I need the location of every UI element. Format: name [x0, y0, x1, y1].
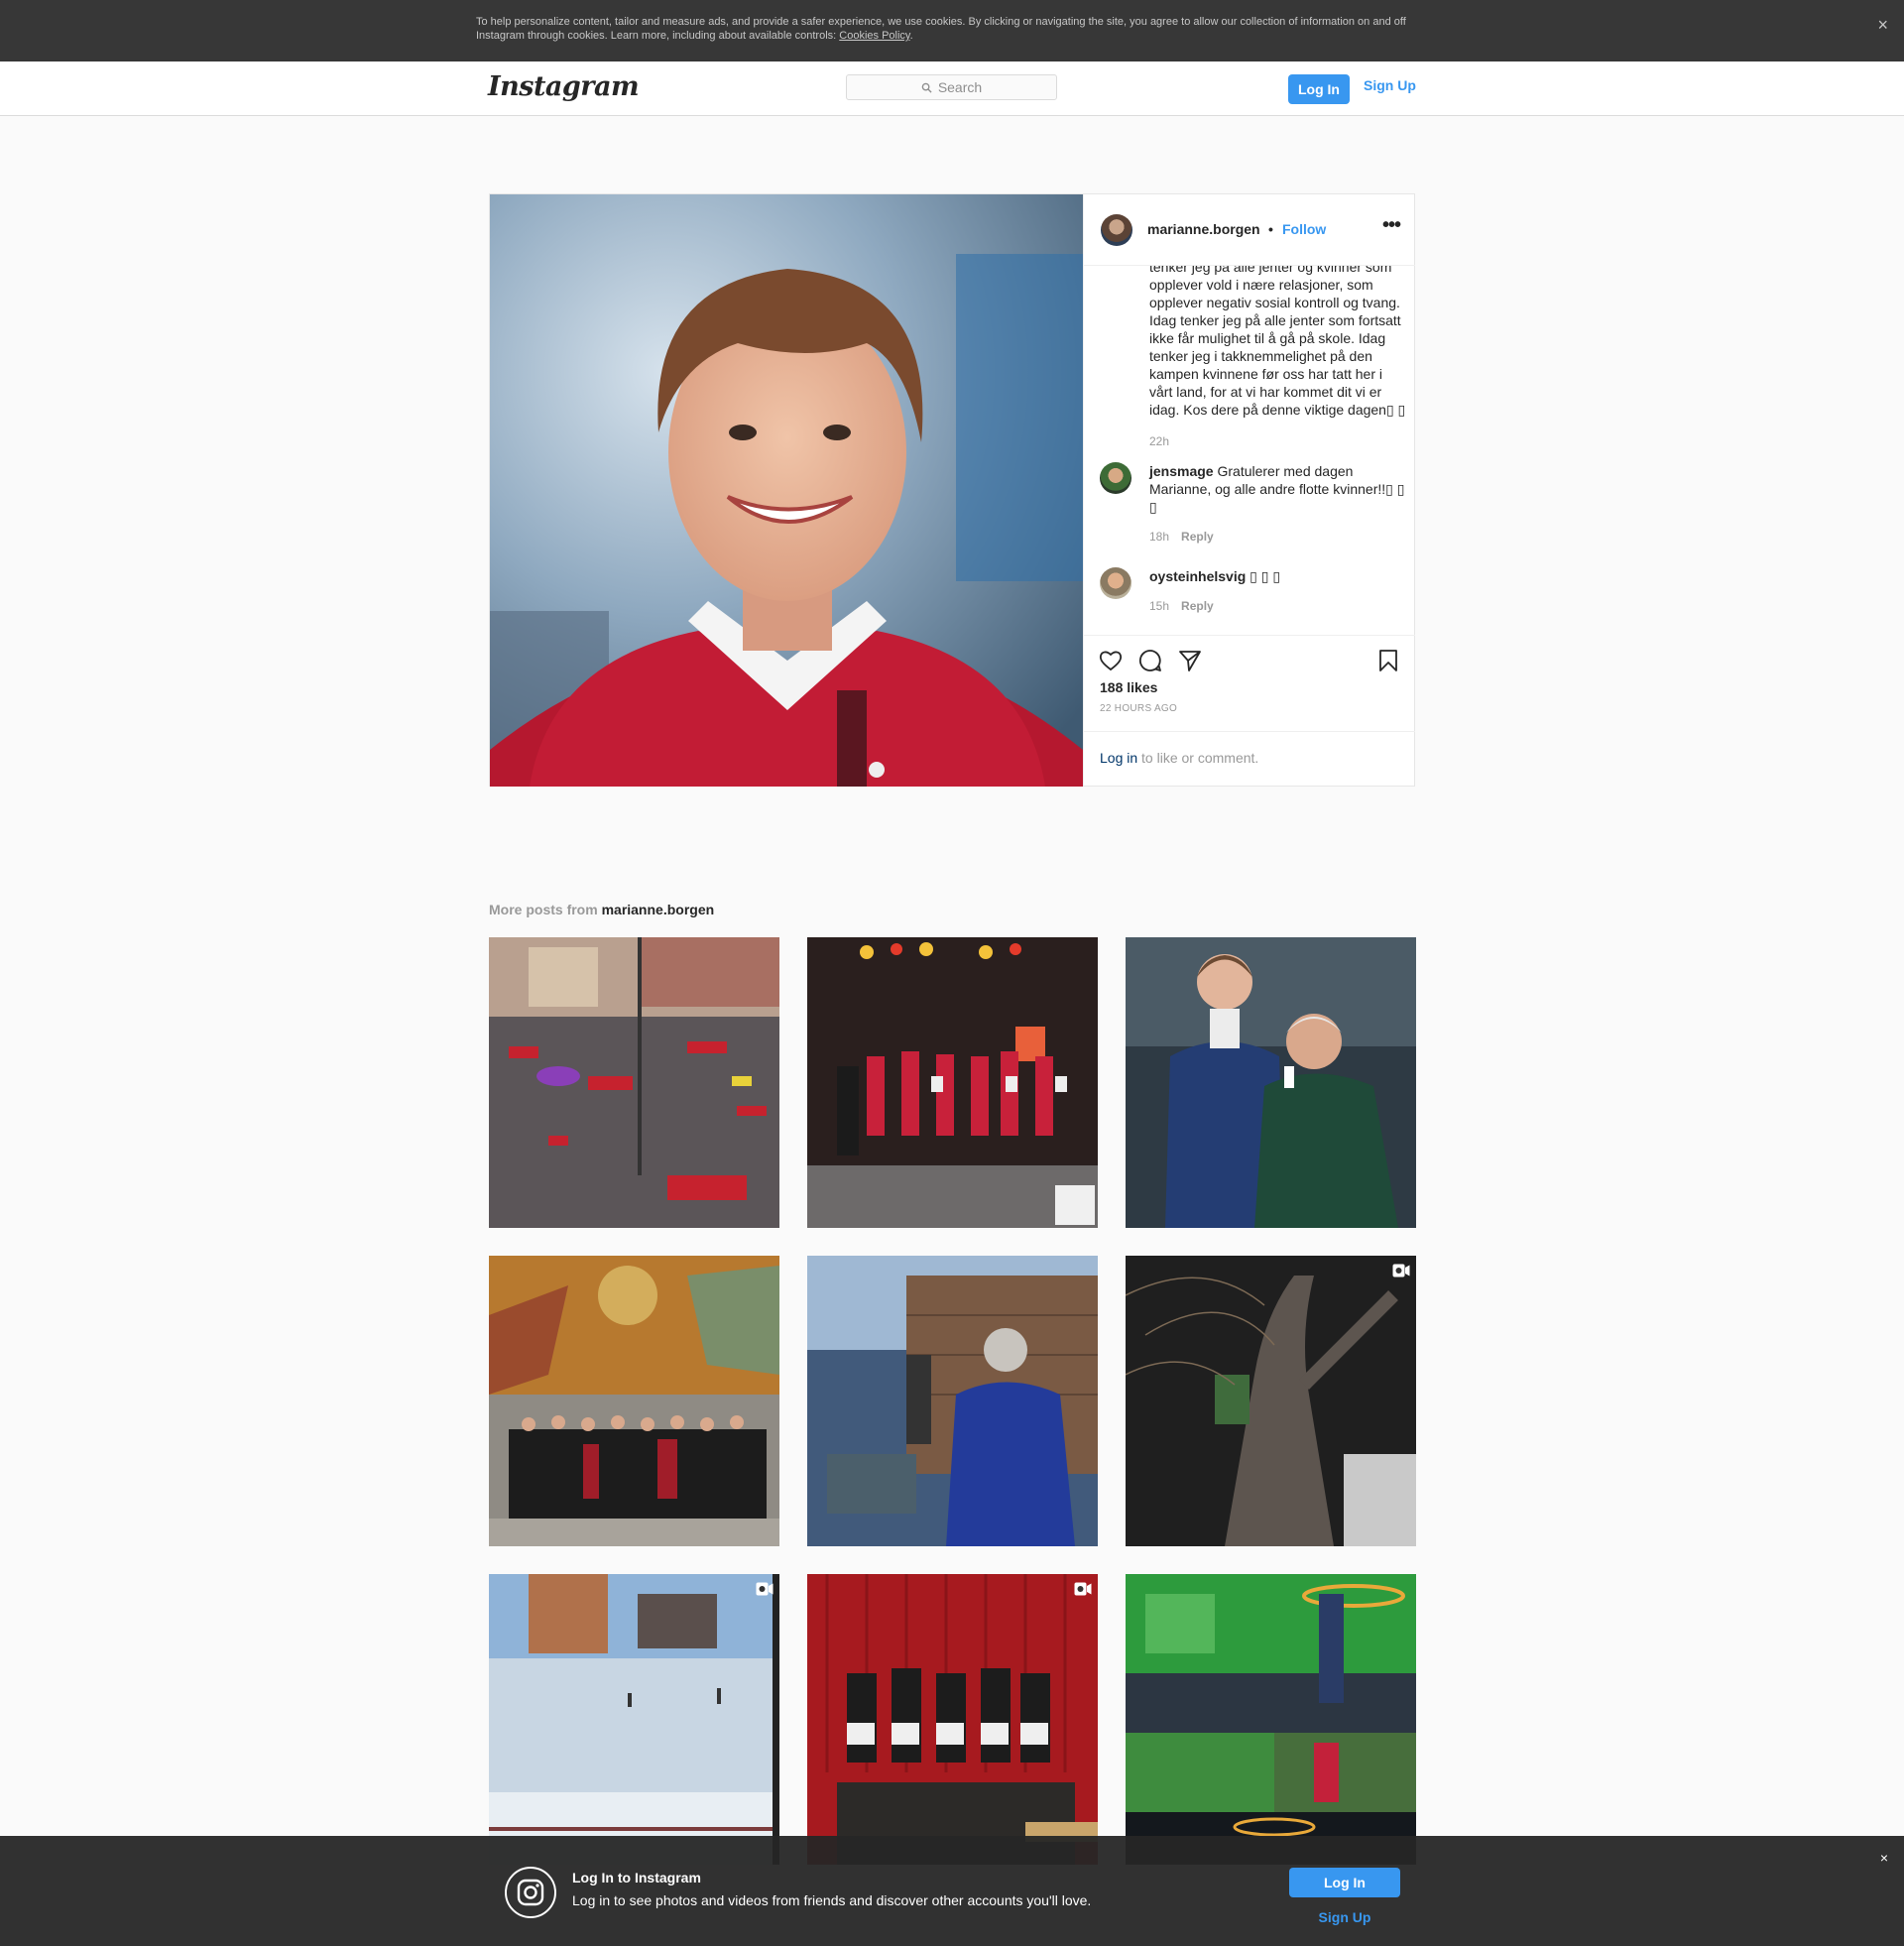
comment-icon[interactable] [1137, 648, 1163, 673]
reply-button[interactable]: Reply [1181, 530, 1214, 544]
login-prompt-text: to like or comment. [1137, 750, 1259, 766]
avatar[interactable] [1100, 567, 1131, 599]
thumbnail-conference[interactable] [1126, 1574, 1416, 1865]
comment-meta: 18h Reply [1149, 530, 1214, 544]
share-icon[interactable] [1177, 648, 1203, 673]
more-posts-username[interactable]: marianne.borgen [602, 902, 715, 917]
post-username[interactable]: marianne.borgen [1147, 221, 1260, 237]
comment-body: oysteinhelsvig ▯ ▯ ▯ [1149, 567, 1407, 585]
follow-button[interactable]: Follow [1282, 221, 1326, 237]
thumbnail-two-people[interactable] [1126, 937, 1416, 1228]
portrait-image [490, 194, 1083, 787]
reply-button[interactable]: Reply [1181, 599, 1214, 613]
cookie-banner: To help personalize content, tailor and … [0, 0, 1904, 61]
post-timestamp[interactable]: 22 HOURS AGO [1100, 703, 1177, 714]
cookies-policy-link[interactable]: Cookies Policy [839, 30, 909, 42]
more-posts-title: More posts from marianne.borgen [489, 902, 715, 917]
video-icon [1074, 1582, 1092, 1596]
bottom-login-button[interactable]: Log In [1289, 1868, 1400, 1897]
close-icon[interactable]: × [1880, 1850, 1888, 1866]
login-link[interactable]: Log in [1100, 750, 1137, 766]
search-input[interactable]: Search [846, 74, 1057, 100]
comment-time[interactable]: 15h [1149, 599, 1169, 613]
post-sidebar: marianne.borgen • Follow ••• tenker jeg … [1083, 194, 1415, 786]
caption-text: tenker jeg på alle jenter og kvinner som… [1149, 266, 1406, 418]
thumbnail-ice-rink[interactable] [489, 1574, 779, 1865]
heart-icon[interactable] [1098, 648, 1124, 673]
post-header: marianne.borgen • Follow ••• [1084, 194, 1415, 266]
post-actions: 188 likes 22 HOURS AGO [1084, 635, 1415, 731]
cookie-text: To help personalize content, tailor and … [476, 16, 1406, 42]
comments-list[interactable]: tenker jeg på alle jenter og kvinner som… [1084, 266, 1415, 635]
comment-username[interactable]: oysteinhelsvig [1149, 568, 1246, 584]
thumbnail-crowd-square[interactable] [489, 937, 779, 1228]
search-placeholder: Search [937, 79, 983, 95]
login-to-comment: Log in to like or comment. [1084, 731, 1415, 787]
comment-body: jensmage Gratulerer med dagen Marianne, … [1149, 462, 1407, 516]
post-card: marianne.borgen • Follow ••• tenker jeg … [489, 193, 1415, 787]
more-options-icon[interactable]: ••• [1382, 214, 1401, 237]
comment-username[interactable]: jensmage [1149, 463, 1214, 479]
close-icon[interactable]: × [1877, 16, 1888, 34]
login-prompt-bar: Log In to Instagram Log in to see photos… [0, 1836, 1904, 1946]
login-prompt-title: Log In to Instagram [572, 1870, 701, 1885]
thumbnail-stage-award[interactable] [807, 937, 1098, 1228]
comment-text: ▯ ▯ ▯ [1250, 568, 1281, 584]
thumbnail-waterfront[interactable] [807, 1256, 1098, 1546]
thumbnail-group-mural[interactable] [489, 1256, 779, 1546]
signup-link[interactable]: Sign Up [1364, 77, 1416, 93]
caption-time[interactable]: 22h [1149, 432, 1407, 450]
top-nav: Instagram Search Log In Sign Up [0, 61, 1904, 116]
login-prompt-subtitle: Log in to see photos and videos from fri… [572, 1892, 1092, 1908]
thumbnail-tree-birdfeeder[interactable] [1126, 1256, 1416, 1546]
likes-count[interactable]: 188 likes [1100, 679, 1157, 695]
avatar[interactable] [1101, 214, 1132, 246]
video-icon [756, 1582, 774, 1596]
post-photo[interactable] [490, 194, 1083, 787]
video-icon [1392, 1264, 1410, 1277]
comment-time[interactable]: 18h [1149, 530, 1169, 544]
instagram-glyph-icon [505, 1867, 556, 1918]
search-icon [921, 82, 932, 93]
login-button[interactable]: Log In [1288, 74, 1350, 104]
bookmark-icon[interactable] [1375, 648, 1401, 673]
instagram-logo[interactable]: Instagram [488, 71, 640, 102]
bottom-signup-link[interactable]: Sign Up [1289, 1909, 1400, 1925]
comment-meta: 15h Reply [1149, 599, 1214, 613]
avatar[interactable] [1100, 462, 1131, 494]
post-caption: tenker jeg på alle jenter og kvinner som… [1149, 266, 1407, 450]
thumbnail-drummers[interactable] [807, 1574, 1098, 1865]
separator-dot: • [1268, 221, 1273, 237]
